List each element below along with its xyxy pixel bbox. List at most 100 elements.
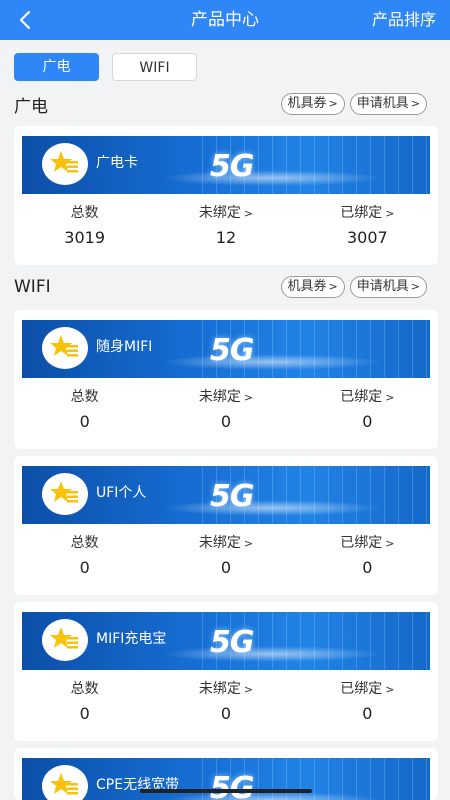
stat-bound-label: 已绑定 (340, 681, 383, 697)
product-banner: UFI个人 5G (22, 466, 430, 524)
stat-total: 总数 0 (14, 380, 155, 440)
chevron-right-icon: > (243, 207, 254, 220)
stat-unbound-label: 未绑定 (198, 389, 241, 405)
five-g-badge: 5G (210, 333, 254, 368)
stat-total-value: 0 (79, 412, 90, 431)
stat-total-value: 0 (79, 558, 90, 577)
banner-glow (162, 646, 382, 662)
tab-wifi[interactable]: WIFI (112, 53, 197, 81)
stat-bound[interactable]: 已绑定 >0 (297, 526, 438, 586)
stat-unbound-value: 0 (220, 558, 232, 577)
stat-unbound-label-wrap: 未绑定 > (155, 532, 296, 552)
five-g-badge: 5G (210, 479, 254, 514)
five-g-badge: 5G (210, 149, 254, 184)
stat-bound-value: 0 (362, 412, 373, 431)
stat-total-label: 总数 (70, 205, 99, 221)
stat-total-label: 总数 (70, 681, 99, 697)
stat-total: 总数 0 (14, 672, 155, 732)
stat-total-value: 0 (79, 704, 90, 723)
chevron-right-icon: > (410, 97, 420, 110)
product-banner: MIFI充电宝 5G (22, 612, 430, 670)
five-g-badge: 5G (210, 625, 254, 660)
product-card[interactable]: MIFI充电宝 5G 总数 0 未绑定 >0 已绑定 >0 (14, 602, 438, 741)
product-banner: CPE无线宽带 5G (22, 758, 430, 800)
stat-unbound[interactable]: 未绑定 >0 (155, 380, 296, 440)
banner-glow (162, 500, 382, 516)
stat-bound[interactable]: 已绑定 >0 (297, 672, 438, 732)
chevron-right-icon: > (385, 391, 395, 404)
stat-bound[interactable]: 已绑定 >0 (297, 380, 438, 440)
stat-total-label: 总数 (70, 535, 99, 551)
product-name: UFI个人 (96, 485, 147, 501)
app-header: 产品中心 产品排序 (0, 0, 450, 40)
stat-total-value: 3019 (64, 228, 106, 247)
section-actions-guangdian: 机具券 > 申请机具 > (280, 93, 427, 115)
star-logo-icon (42, 619, 88, 661)
chevron-right-icon: > (243, 391, 254, 404)
stat-total: 总数 3019 (14, 196, 155, 256)
stat-unbound-label-wrap: 未绑定 > (155, 202, 296, 222)
product-banner: 随身MIFI 5G (22, 320, 430, 378)
stat-bound-label-wrap: 已绑定 > (297, 202, 438, 222)
home-indicator (140, 789, 312, 793)
product-name: 随身MIFI (96, 339, 153, 355)
star-logo-icon (42, 327, 88, 369)
banner-glow (162, 354, 382, 370)
stat-unbound-value: 12 (215, 228, 237, 247)
apply-device-label: 申请机具 (356, 279, 409, 294)
tab-guangdian[interactable]: 广电 (14, 53, 99, 81)
chevron-right-icon: > (385, 207, 395, 220)
section-title-wifi: WIFI (14, 277, 51, 297)
stat-unbound-label-wrap: 未绑定 > (155, 678, 296, 698)
stat-total: 总数 0 (14, 526, 155, 586)
five-g-badge: 5G (210, 771, 254, 800)
apply-device-button[interactable]: 申请机具 > (349, 93, 427, 115)
star-logo-icon (42, 143, 88, 185)
product-stats: 总数 0 未绑定 >0 已绑定 >0 (14, 380, 438, 440)
category-tabs: 广电 WIFI (14, 53, 197, 81)
stat-bound[interactable]: 已绑定 >3007 (297, 196, 438, 256)
chevron-right-icon: > (243, 537, 254, 550)
product-name: MIFI充电宝 (96, 631, 167, 647)
product-stats: 总数 3019 未绑定 >12 已绑定 >3007 (14, 196, 438, 256)
section-title-guangdian: 广电 (14, 97, 48, 117)
stat-bound-label-wrap: 已绑定 > (297, 532, 438, 552)
stat-unbound[interactable]: 未绑定 >0 (155, 526, 296, 586)
sort-button[interactable]: 产品排序 (372, 0, 436, 40)
stat-total-label: 总数 (70, 389, 99, 405)
chevron-right-icon: > (328, 280, 338, 293)
device-coupon-label: 机具券 (287, 96, 327, 111)
product-name: 广电卡 (96, 155, 138, 171)
stat-bound-value: 0 (362, 558, 373, 577)
chevron-right-icon: > (243, 683, 254, 696)
stat-bound-label-wrap: 已绑定 > (297, 386, 438, 406)
product-banner: 广电卡 5G (22, 136, 430, 194)
stat-bound-label-wrap: 已绑定 > (297, 678, 438, 698)
stat-unbound[interactable]: 未绑定 > 0 (155, 672, 296, 732)
chevron-right-icon: > (385, 683, 395, 696)
stat-bound-value: 0 (362, 704, 373, 723)
apply-device-label: 申请机具 (356, 96, 409, 111)
product-stats: 总数 0 未绑定 >0 已绑定 >0 (14, 672, 438, 732)
section-actions-wifi: 机具券 > 申请机具 > (280, 276, 427, 298)
star-logo-icon (42, 765, 88, 800)
product-card[interactable]: 随身MIFI 5G 总数 0 未绑定 >0 已绑定 >0 (14, 310, 438, 449)
stat-bound-value: 3007 (346, 228, 388, 247)
stat-bound-label: 已绑定 (340, 205, 383, 221)
stat-unbound[interactable]: 未绑定 >12 (155, 196, 296, 256)
apply-device-button[interactable]: 申请机具 > (349, 276, 427, 298)
stat-unbound-label: 未绑定 (198, 205, 241, 221)
device-coupon-button[interactable]: 机具券 > (280, 276, 345, 298)
stat-bound-label: 已绑定 (340, 535, 383, 551)
stat-unbound-value: 0 (220, 412, 232, 431)
product-card[interactable]: 广电卡 5G 总数 3019 未绑定 >12 已绑定 >3007 (14, 126, 438, 265)
device-coupon-label: 机具券 (287, 279, 327, 294)
stat-bound-label: 已绑定 (340, 389, 383, 405)
stat-unbound-label-wrap: 未绑定 > (155, 386, 296, 406)
stat-unbound-label: 未绑定 (198, 535, 241, 551)
device-coupon-button[interactable]: 机具券 > (280, 93, 345, 115)
product-stats: 总数 0 未绑定 >0 已绑定 >0 (14, 526, 438, 586)
stat-unbound-value: 0 (220, 704, 232, 723)
chevron-right-icon: > (385, 537, 395, 550)
product-card[interactable]: UFI个人 5G 总数 0 未绑定 >0 已绑定 >0 (14, 456, 438, 595)
